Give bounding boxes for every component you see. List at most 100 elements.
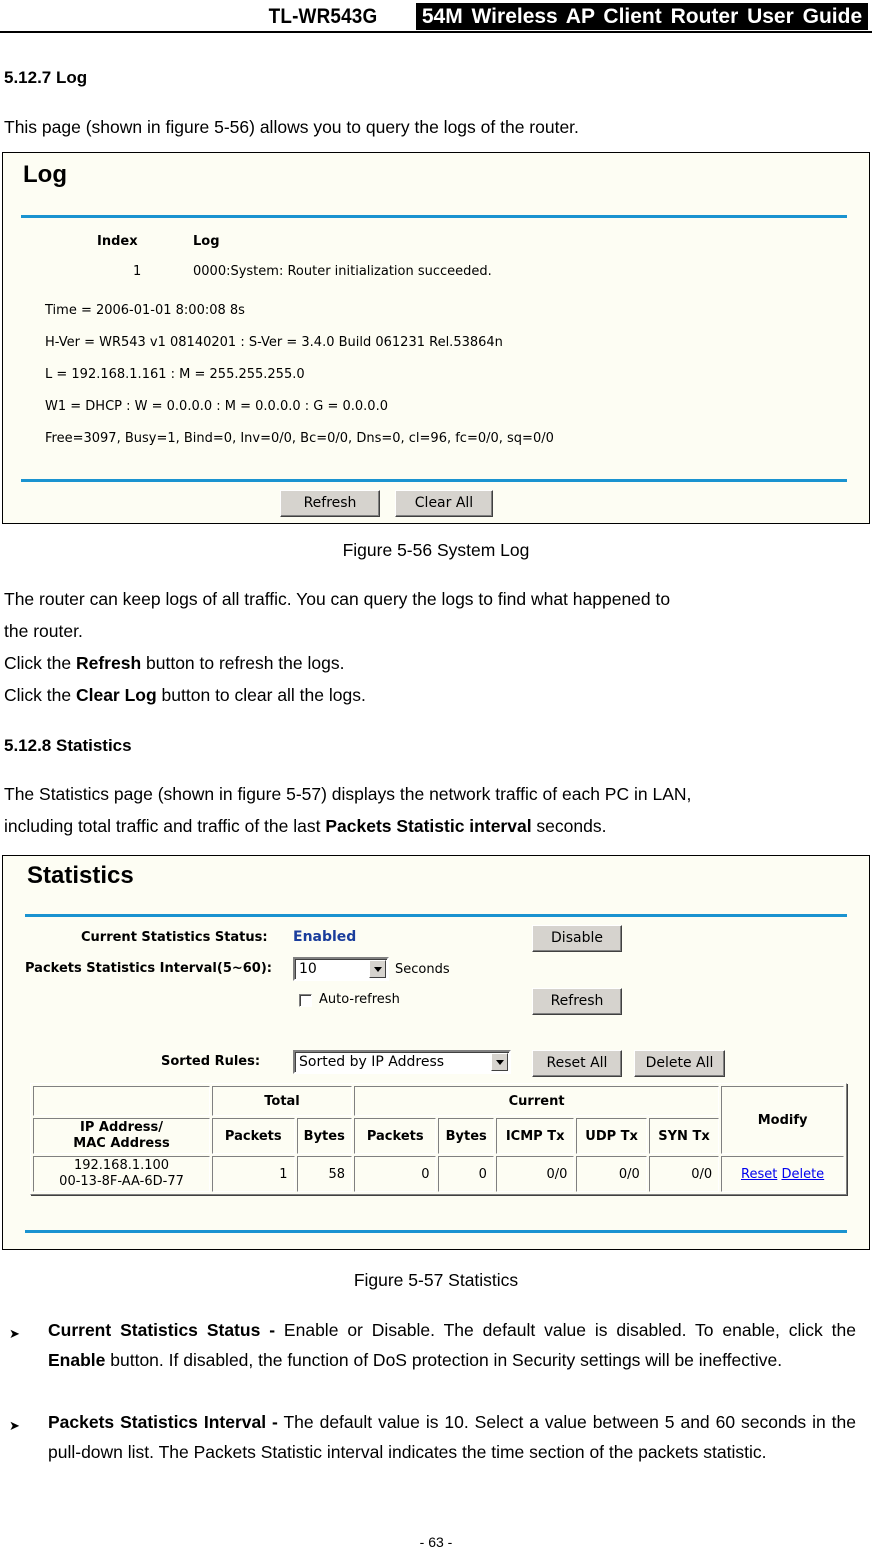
- log-row-text: 0000:System: Router initialization succe…: [193, 264, 492, 279]
- reset-link[interactable]: Reset: [741, 1167, 777, 1182]
- log-para-cont: the router.: [4, 621, 83, 641]
- cell-total-bytes: 58: [296, 1156, 352, 1192]
- cell-total-packets: 1: [212, 1156, 295, 1192]
- stats-page-title: Statistics: [27, 862, 134, 889]
- bold-text: Packets Statistic interval: [325, 816, 532, 836]
- table-group-header-row: Total Current Modify: [33, 1086, 844, 1154]
- header-icmp-tx: ICMP Tx: [495, 1118, 575, 1154]
- sorted-rules-select[interactable]: Sorted by IP Address: [293, 1050, 511, 1074]
- cell-syn-tx: 0/0: [648, 1156, 720, 1192]
- log-intro: This page (shown in figure 5-56) allows …: [4, 117, 579, 137]
- bold-text: Packets Statistics Interval -: [48, 1412, 278, 1432]
- text: seconds.: [531, 816, 607, 836]
- header-rule: [0, 31, 872, 33]
- header-current-bytes: Bytes: [438, 1118, 494, 1154]
- stats-refresh-button[interactable]: Refresh: [532, 988, 622, 1015]
- guide-title: 54M Wireless AP Client Router User Guide: [416, 3, 868, 30]
- delete-link[interactable]: Delete: [781, 1167, 824, 1182]
- header-total: Total: [212, 1086, 352, 1116]
- log-info-lan: L = 192.168.1.161 : M = 255.255.255.0: [45, 367, 305, 382]
- bullet-packets-interval: Packets Statistics Interval - The defaul…: [48, 1407, 856, 1467]
- section-heading-statistics: 5.12.8 Statistics: [4, 736, 132, 755]
- chevron-down-icon[interactable]: [369, 960, 386, 978]
- ip-address: 192.168.1.100: [73, 1158, 170, 1173]
- divider: [21, 215, 847, 218]
- header-syn-tx: SYN Tx: [648, 1118, 720, 1154]
- sorted-rules-value: Sorted by IP Address: [299, 1054, 445, 1070]
- status-value: Enabled: [293, 929, 357, 945]
- delete-all-button[interactable]: Delete All: [634, 1050, 725, 1077]
- log-col-log: Log: [193, 234, 220, 249]
- empty-header-cell: [33, 1086, 211, 1116]
- header-current-packets: Packets: [353, 1118, 437, 1154]
- statistics-table: Total Current Modify IP Address/MAC Addr…: [30, 1083, 847, 1195]
- divider: [25, 1230, 847, 1233]
- header-total-bytes: Bytes: [296, 1118, 352, 1154]
- divider: [25, 914, 847, 917]
- page-header: TL-WR543G 54M Wireless AP Client Router …: [0, 0, 872, 33]
- bold-text: Enable: [48, 1350, 106, 1370]
- interval-label: Packets Statistics Interval(5~60):: [25, 961, 272, 976]
- cell-udp-tx: 0/0: [576, 1156, 647, 1192]
- mac-address: 00-13-8F-AA-6D-77: [59, 1174, 184, 1189]
- log-click-clear: Click the Clear Log button to clear all …: [4, 685, 366, 706]
- disable-button[interactable]: Disable: [532, 925, 622, 952]
- log-page-title: Log: [23, 161, 67, 188]
- header-udp-tx: UDP Tx: [576, 1118, 647, 1154]
- interval-value: 10: [299, 961, 317, 977]
- divider: [21, 479, 847, 482]
- auto-refresh-checkbox[interactable]: [299, 994, 312, 1007]
- text: button. If disabled, the function of DoS…: [105, 1350, 783, 1370]
- text: Enable or Disable. The default value is …: [275, 1320, 856, 1340]
- text: Click the: [4, 685, 76, 705]
- figure-caption-5-57: Figure 5-57 Statistics: [353, 1270, 519, 1290]
- log-clear-all-button[interactable]: Clear All: [395, 490, 493, 517]
- figure-caption-5-56: Figure 5-56 System Log: [342, 540, 530, 560]
- header-ip: IP Address/: [80, 1120, 164, 1135]
- text: including total traffic and traffic of t…: [4, 816, 326, 836]
- cell-icmp-tx: 0/0: [495, 1156, 575, 1192]
- reset-all-button[interactable]: Reset All: [532, 1050, 622, 1077]
- interval-unit: Seconds: [395, 962, 450, 977]
- text: Click the: [4, 653, 76, 673]
- text: button to clear all the logs.: [156, 685, 366, 705]
- log-row-index: 1: [133, 264, 142, 279]
- page-number: - 63 -: [419, 1534, 453, 1550]
- cell-modify: Reset Delete: [721, 1156, 844, 1192]
- header-mac: MAC Address: [73, 1136, 170, 1151]
- header-modify: Modify: [721, 1086, 844, 1154]
- bold-text: Clear Log: [75, 685, 157, 705]
- chevron-down-icon[interactable]: [491, 1053, 508, 1071]
- bold-text: Refresh: [75, 653, 142, 673]
- log-refresh-button[interactable]: Refresh: [280, 490, 380, 517]
- header-current: Current: [353, 1086, 720, 1116]
- log-col-index: Index: [97, 234, 138, 249]
- cell-current-packets: 0: [353, 1156, 437, 1192]
- table-row: 192.168.1.100 00-13-8F-AA-6D-77 1 58 0 0 …: [33, 1156, 844, 1192]
- cell-current-bytes: 0: [438, 1156, 494, 1192]
- bullet-arrow-icon: ➤: [9, 1326, 20, 1341]
- cell-address: 192.168.1.100 00-13-8F-AA-6D-77: [33, 1156, 211, 1192]
- stats-intro-cont: including total traffic and traffic of t…: [4, 816, 606, 837]
- header-total-packets: Packets: [212, 1118, 295, 1154]
- log-info-wan: W1 = DHCP : W = 0.0.0.0 : M = 0.0.0.0 : …: [45, 399, 388, 414]
- log-info-version: H-Ver = WR543 v1 08140201 : S-Ver = 3.4.…: [45, 335, 503, 350]
- model-name: TL-WR543G: [268, 5, 378, 28]
- interval-select[interactable]: 10: [293, 957, 389, 981]
- sorted-rules-label: Sorted Rules:: [161, 1054, 261, 1069]
- header-address: IP Address/MAC Address: [33, 1118, 211, 1154]
- bold-text: Current Statistics Status -: [48, 1320, 276, 1340]
- section-heading-log: 5.12.7 Log: [4, 68, 88, 87]
- log-click-refresh: Click the Refresh button to refresh the …: [4, 653, 344, 674]
- log-info-time: Time = 2006-01-01 8:00:08 8s: [45, 303, 245, 318]
- stats-intro: The Statistics page (shown in figure 5-5…: [4, 784, 692, 804]
- figure-system-log: Log Index Log 1 0000:System: Router init…: [2, 152, 870, 524]
- text: button to refresh the logs.: [141, 653, 345, 673]
- bullet-current-status: Current Statistics Status - Enable or Di…: [48, 1315, 856, 1375]
- log-info-stats: Free=3097, Busy=1, Bind=0, Inv=0/0, Bc=0…: [45, 431, 554, 446]
- status-label: Current Statistics Status:: [81, 930, 268, 945]
- bullet-arrow-icon: ➤: [9, 1418, 20, 1433]
- log-para: The router can keep logs of all traffic.…: [4, 589, 671, 609]
- auto-refresh-label: Auto-refresh: [319, 992, 400, 1007]
- figure-statistics: Statistics Current Statistics Status: En…: [2, 855, 870, 1250]
